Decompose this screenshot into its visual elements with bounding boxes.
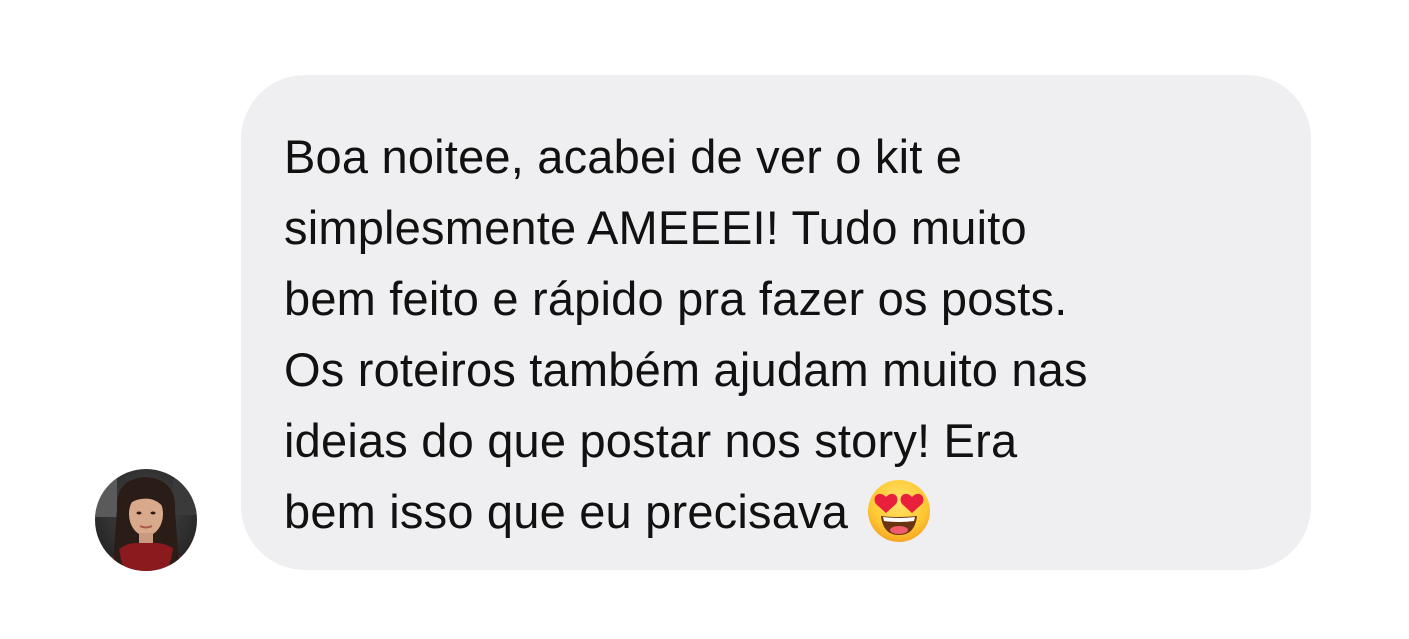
heart-eyes-emoji-icon	[866, 478, 932, 544]
message-line: Os roteiros também ajudam muito nas	[284, 343, 1088, 396]
message-line: Boa noitee, acabei de ver o kit e	[284, 130, 963, 183]
message-line: bem feito e rápido pra fazer os posts.	[284, 272, 1068, 325]
avatar-photo	[95, 469, 197, 571]
message-bubble[interactable]: Boa noitee, acabei de ver o kit e simple…	[241, 75, 1311, 570]
message-line: ideias do que postar nos story! Era	[284, 414, 1018, 467]
sender-avatar[interactable]	[95, 469, 197, 571]
message-line-last: bem isso que eu precisava	[284, 476, 1281, 547]
message-line: simplesmente AMEEEI! Tudo muito	[284, 201, 1027, 254]
chat-screen: Boa noitee, acabei de ver o kit e simple…	[0, 0, 1409, 639]
message-line-text: bem isso que eu precisava	[284, 485, 849, 538]
